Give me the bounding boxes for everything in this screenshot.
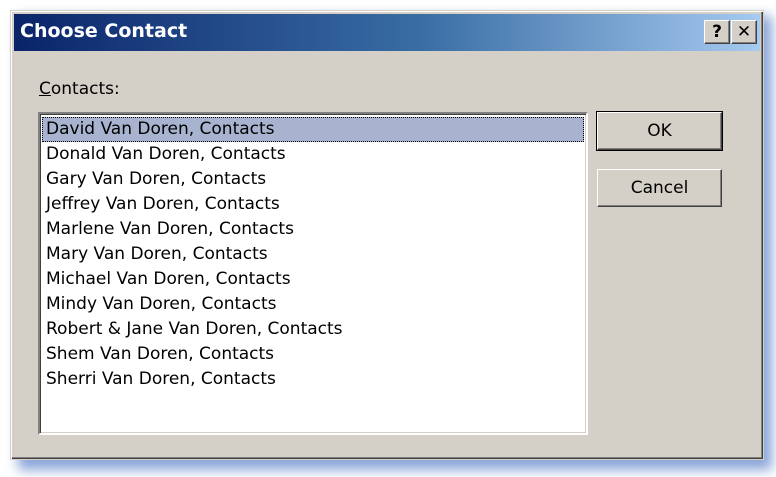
help-icon: ? — [712, 22, 722, 42]
contact-list-item[interactable]: Gary Van Doren, Contacts — [42, 167, 584, 192]
contact-list-item[interactable]: Marlene Van Doren, Contacts — [42, 217, 584, 242]
contact-list-item[interactable]: David Van Doren, Contacts — [42, 117, 584, 142]
choose-contact-dialog: Choose Contact ? ✕ Contacts: David Van D… — [10, 10, 764, 460]
help-button[interactable]: ? — [704, 20, 730, 44]
contacts-label-mnemonic: C — [39, 79, 51, 99]
contact-list-item[interactable]: Mindy Van Doren, Contacts — [42, 292, 584, 317]
contact-list-item[interactable]: Shem Van Doren, Contacts — [42, 342, 584, 367]
window-title: Choose Contact — [20, 20, 188, 42]
contacts-label-text: ontacts: — [50, 79, 120, 99]
title-bar[interactable]: Choose Contact ? ✕ — [14, 14, 760, 51]
contacts-label: Contacts: — [39, 79, 120, 99]
contact-list-item[interactable]: Jeffrey Van Doren, Contacts — [42, 192, 584, 217]
contact-list-item[interactable]: Robert & Jane Van Doren, Contacts — [42, 317, 584, 342]
contacts-listbox[interactable]: David Van Doren, Contacts Donald Van Dore… — [38, 112, 588, 435]
contact-list-item[interactable]: Mary Van Doren, Contacts — [42, 242, 584, 267]
cancel-button[interactable]: Cancel — [597, 169, 722, 207]
contact-list-item[interactable]: Michael Van Doren, Contacts — [42, 267, 584, 292]
contact-list-item[interactable]: Sherri Van Doren, Contacts — [42, 367, 584, 392]
close-icon: ✕ — [736, 22, 752, 42]
contact-list-item[interactable]: Donald Van Doren, Contacts — [42, 142, 584, 167]
close-button[interactable]: ✕ — [731, 20, 757, 44]
ok-button[interactable]: OK — [596, 111, 723, 151]
